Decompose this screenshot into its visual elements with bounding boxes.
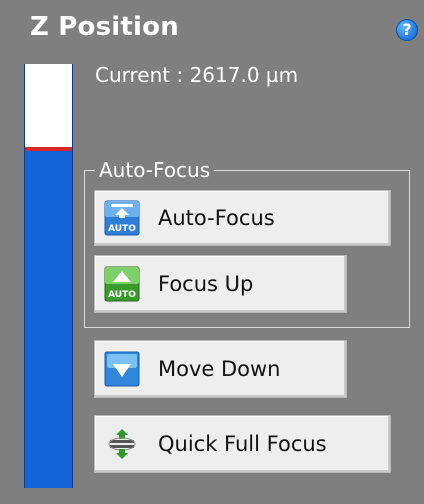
auto-focus-group-legend: Auto-Focus: [99, 158, 211, 182]
move-down-button-label: Move Down: [158, 357, 281, 381]
svg-text:AUTO: AUTO: [108, 224, 136, 234]
panel-title: Z Position: [30, 12, 179, 42]
svg-text:AUTO: AUTO: [108, 290, 136, 300]
quick-full-focus-button[interactable]: Quick Full Focus: [94, 415, 391, 473]
quick-full-focus-button-label: Quick Full Focus: [158, 432, 327, 456]
quick-full-focus-icon: [104, 426, 140, 462]
focus-up-auto-icon: AUTO: [104, 266, 140, 302]
focus-up-button-label: Focus Up: [158, 272, 254, 296]
auto-focus-button-label: Auto-Focus: [158, 206, 275, 230]
move-down-button[interactable]: Move Down: [94, 340, 347, 398]
current-position-readout: Current : 2617.0 µm: [95, 63, 299, 87]
auto-focus-button[interactable]: AUTO Auto-Focus: [94, 190, 391, 246]
move-down-icon: [104, 351, 140, 387]
z-bar-empty-region: [25, 64, 72, 149]
help-icon[interactable]: ?: [396, 19, 418, 41]
z-position-panel: Z Position ? Current : 2617.0 µm Auto-Fo…: [0, 0, 424, 504]
auto-focus-icon: AUTO: [104, 200, 140, 236]
z-position-indicator: [25, 147, 72, 151]
z-position-bar[interactable]: [24, 64, 73, 488]
focus-up-button[interactable]: AUTO Focus Up: [94, 255, 347, 313]
